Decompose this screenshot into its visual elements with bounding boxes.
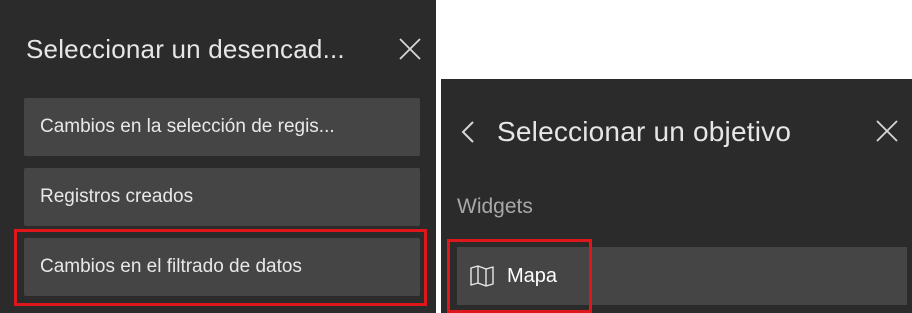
trigger-selection-panel: Seleccionar un desencad... Cambios en la…: [0, 0, 436, 313]
trigger-panel-header: Seleccionar un desencad...: [26, 24, 426, 74]
trigger-option-selection-changes[interactable]: Cambios en la selección de regis...: [24, 98, 420, 156]
trigger-option-records-created[interactable]: Registros creados: [24, 168, 420, 226]
widget-item-label: Mapa: [507, 264, 558, 287]
widgets-section-label: Widgets: [457, 195, 533, 218]
trigger-option-data-filter-changes[interactable]: Cambios en el filtrado de datos: [24, 238, 420, 296]
target-selection-panel: Seleccionar un objetivo Widgets Mapa: [441, 79, 912, 313]
target-panel-header: Seleccionar un objetivo: [459, 109, 909, 155]
close-icon[interactable]: [875, 119, 899, 143]
trigger-panel-title: Seleccionar un desencad...: [26, 33, 345, 64]
close-icon[interactable]: [398, 37, 422, 61]
target-panel-title: Seleccionar un objetivo: [497, 116, 792, 147]
chevron-left-icon[interactable]: [459, 118, 479, 146]
map-icon: [469, 264, 495, 288]
widget-item-map[interactable]: Mapa: [457, 247, 907, 305]
